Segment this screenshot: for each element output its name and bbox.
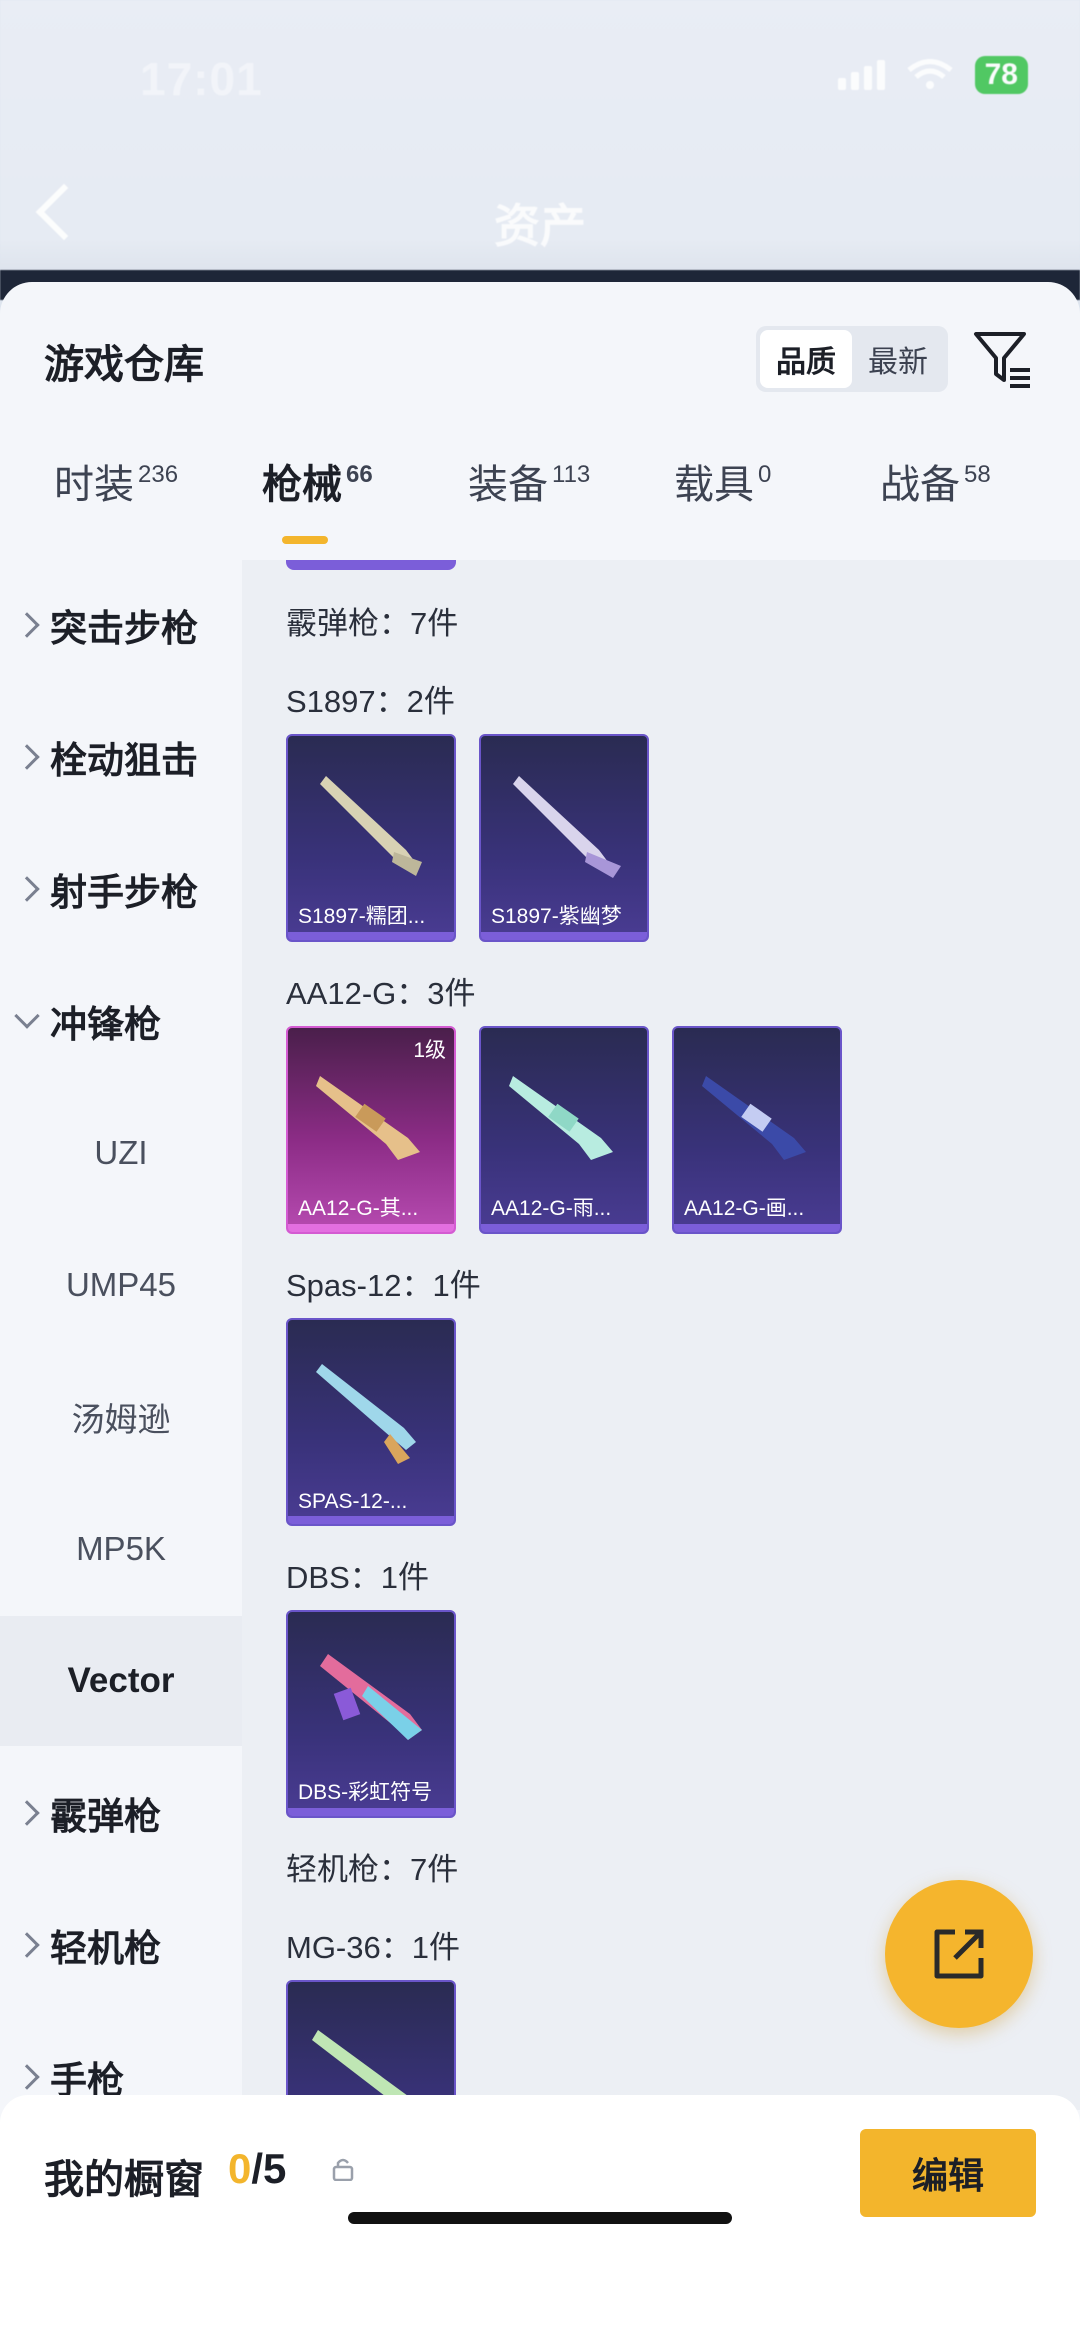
background-header: 17:01 78 资产 (0, 0, 1080, 300)
weapon-card[interactable]: SPAS-12-... (286, 1318, 456, 1526)
section-header-lmg: 轻机枪：7件 (286, 1852, 459, 1887)
rarity-bar (288, 1224, 454, 1232)
warehouse-sheet: 游戏仓库 品质 最新 时装 236 枪械 66 装备 113 载具 0 战备 58 突击步… (0, 282, 1080, 2341)
showcase-label: 我的橱窗 (44, 2158, 204, 2202)
sort-quality-button[interactable]: 品质 (760, 330, 852, 388)
section-header-mg36: MG-36：1件 (286, 1930, 460, 1965)
rarity-bar (288, 932, 454, 940)
tab-fashion[interactable]: 时装 236 (54, 452, 178, 510)
home-indicator (348, 2212, 732, 2224)
shotgun-icon (320, 1654, 422, 1740)
sidebar-item-smg[interactable]: 冲锋枪 (0, 956, 242, 1086)
sidebar-item-bolt-sniper[interactable]: 栓动狙击 (0, 692, 242, 822)
section-header-dbs: DBS：1件 (286, 1560, 429, 1595)
chevron-right-icon (14, 2064, 40, 2090)
section-header-spas12: Spas-12：1件 (286, 1268, 481, 1303)
shotgun-icon (513, 776, 621, 878)
sort-toggle: 品质 最新 (756, 326, 948, 392)
rarity-bar (288, 1808, 454, 1816)
weapon-card[interactable]: DBS-彩虹符号 (286, 1610, 456, 1818)
sheet-title: 游戏仓库 (44, 343, 204, 387)
tab-vehicles[interactable]: 载具 0 (674, 452, 771, 510)
share-icon (934, 1929, 984, 1979)
chevron-right-icon (14, 1932, 40, 1958)
active-tab-indicator (282, 536, 328, 544)
weapon-category-sidebar: 突击步枪 栓动狙击 射手步枪 冲锋枪 UZI UMP45 汤姆逊 MP5K Ve… (0, 560, 242, 2341)
battery-icon: 78 (974, 56, 1028, 94)
rarity-bar (288, 1516, 454, 1524)
sidebar-subitem-mp5k[interactable]: MP5K (0, 1484, 242, 1614)
rarity-bar (674, 1224, 840, 1232)
signal-icon (837, 60, 885, 90)
sidebar-subitem-ump45[interactable]: UMP45 (0, 1220, 242, 1350)
section-header-aa12g: AA12-G：3件 (286, 976, 476, 1011)
weapon-list: 霰弹枪：7件 S1897：2件 S1897-糯团... S1897-紫幽梦 AA… (242, 560, 1080, 2110)
sidebar-subitem-vector[interactable]: Vector (0, 1616, 242, 1746)
weapon-card[interactable]: S1897-紫幽梦 (479, 734, 649, 942)
chevron-right-icon (14, 1800, 40, 1826)
tab-firearms[interactable]: 枪械 66 (262, 452, 373, 510)
weapon-card[interactable]: S1897-糯团... (286, 734, 456, 942)
page-title: 资产 (494, 200, 586, 252)
shotgun-icon (320, 776, 422, 876)
sidebar-item-marksman-rifle[interactable]: 射手步枪 (0, 824, 242, 954)
card-edge (286, 560, 456, 570)
chevron-right-icon (14, 612, 40, 638)
machine-gun-icon (312, 2030, 408, 2106)
tab-supplies[interactable]: 战备 58 (880, 452, 991, 510)
chevron-right-icon (14, 744, 40, 770)
shotgun-icon (509, 1076, 613, 1160)
sidebar-subitem-uzi[interactable]: UZI (0, 1088, 242, 1218)
section-header-shotgun: 霰弹枪：7件 (286, 606, 459, 641)
sidebar-item-lmg[interactable]: 轻机枪 (0, 1880, 242, 2010)
edit-button[interactable]: 编辑 (860, 2129, 1036, 2217)
wifi-icon (907, 59, 953, 89)
section-header-s1897: S1897：2件 (286, 684, 455, 719)
shotgun-icon (316, 1364, 416, 1464)
chevron-right-icon (14, 876, 40, 902)
shotgun-icon (702, 1076, 806, 1160)
chevron-down-icon (14, 1003, 40, 1029)
weapon-card[interactable] (286, 1980, 456, 2110)
sort-newest-button[interactable]: 最新 (852, 330, 944, 388)
tab-equipment[interactable]: 装备 113 (468, 452, 590, 510)
status-icons: 78 (837, 56, 1028, 94)
shotgun-icon (316, 1076, 420, 1160)
filter-icon[interactable] (972, 328, 1034, 390)
rarity-bar (481, 1224, 647, 1232)
rarity-bar (481, 932, 647, 940)
status-time: 17:01 (140, 53, 263, 105)
sidebar-item-shotgun[interactable]: 霰弹枪 (0, 1748, 242, 1878)
share-button[interactable] (885, 1880, 1033, 2028)
weapon-card[interactable]: 1级 AA12-G-其... (286, 1026, 456, 1234)
sidebar-subitem-thompson[interactable]: 汤姆逊 (0, 1352, 242, 1482)
sidebar-item-assault-rifle[interactable]: 突击步枪 (0, 560, 242, 690)
showcase-count: 0/5 (228, 2145, 287, 2192)
lock-icon (332, 2158, 354, 2181)
category-tabs: 时装 236 枪械 66 装备 113 载具 0 战备 58 (0, 452, 1080, 542)
weapon-card[interactable]: AA12-G-雨... (479, 1026, 649, 1234)
weapon-card[interactable]: AA12-G-画... (672, 1026, 842, 1234)
